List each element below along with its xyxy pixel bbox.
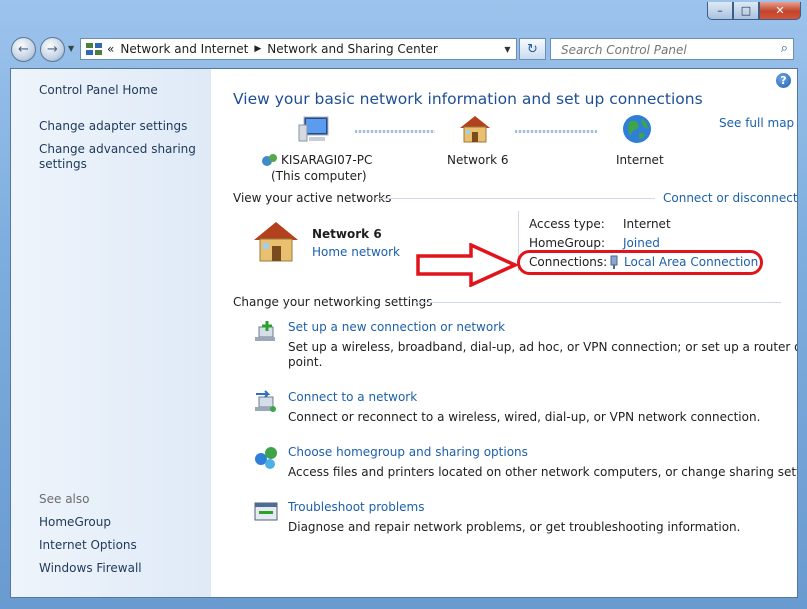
window-frame: – □ ✕ ← → ▼ « Network and Internet ▶ Net… — [0, 0, 807, 609]
access-type-label: Access type: — [529, 217, 605, 231]
troubleshoot-icon — [254, 502, 278, 521]
task-desc-setup-connection-2: point. — [288, 355, 323, 369]
map-connector — [355, 130, 435, 133]
task-title-troubleshoot[interactable]: Troubleshoot problems — [288, 500, 424, 514]
task-desc-troubleshoot: Diagnose and repair network problems, or… — [288, 520, 741, 534]
minimize-icon[interactable]: – — [707, 2, 733, 20]
change-settings-label: Change your networking settings — [233, 295, 433, 309]
task-title-connect-network[interactable]: Connect to a network — [288, 390, 417, 404]
sidebar-item-internet-options[interactable]: Internet Options — [39, 538, 137, 553]
new-connection-icon — [255, 321, 275, 341]
sidebar-item-control-panel-home[interactable]: Control Panel Home — [39, 83, 158, 98]
search-icon[interactable]: ⌕ — [781, 41, 788, 56]
divider — [415, 302, 781, 303]
home-network-link[interactable]: Home network — [312, 245, 400, 259]
divider — [375, 198, 655, 199]
page-title: View your basic network information and … — [233, 90, 703, 108]
forward-arrow-icon[interactable]: → — [40, 37, 65, 62]
highlight-oval — [517, 250, 763, 275]
homegroup-joined-link[interactable]: Joined — [623, 236, 660, 250]
control-panel-icon — [86, 43, 102, 55]
task-desc-setup-connection: Set up a wireless, broadband, dial-up, a… — [288, 340, 798, 354]
history-dropdown-icon[interactable]: ▼ — [68, 44, 74, 53]
network-adapter-icon — [262, 154, 277, 166]
see-also-label: See also — [39, 492, 90, 506]
content-area: Control Panel Home Change adapter settin… — [10, 68, 798, 598]
access-type-value: Internet — [623, 217, 671, 231]
breadcrumb-prefix: « — [107, 42, 115, 56]
active-network-name: Network 6 — [312, 227, 382, 241]
main-panel: ? View your basic network information an… — [211, 69, 798, 597]
breadcrumb-separator-icon[interactable]: ▶ — [254, 44, 261, 54]
see-full-map-link[interactable]: See full map — [719, 116, 794, 130]
computer-name: KISARAGI07-PC — [281, 153, 373, 167]
task-desc-connect-network: Connect or reconnect to a wireless, wire… — [288, 410, 761, 424]
search-input[interactable] — [559, 40, 773, 60]
computer-icon — [298, 116, 329, 142]
map-network-name: Network 6 — [447, 153, 509, 167]
address-dropdown-icon[interactable]: ▼ — [499, 39, 516, 59]
map-internet-label: Internet — [616, 153, 664, 167]
connect-network-icon — [255, 390, 276, 412]
internet-globe-icon — [623, 115, 651, 143]
refresh-icon: ↻ — [527, 41, 538, 57]
sidebar: Control Panel Home Change adapter settin… — [11, 69, 211, 597]
breadcrumb-network-and-internet[interactable]: Network and Internet — [120, 42, 248, 56]
sidebar-item-change-adapter-settings[interactable]: Change adapter settings — [39, 119, 187, 134]
home-network-icon — [460, 116, 490, 143]
home-network-icon — [254, 222, 298, 262]
homegroup-label: HomeGroup: — [529, 236, 606, 250]
maximize-icon[interactable]: □ — [733, 2, 759, 20]
task-title-homegroup[interactable]: Choose homegroup and sharing options — [288, 445, 528, 459]
search-box[interactable]: ⌕ — [550, 38, 794, 60]
task-desc-homegroup: Access files and printers located on oth… — [288, 465, 798, 479]
sidebar-item-change-advanced-sharing[interactable]: Change advanced sharing settings — [39, 142, 199, 172]
homegroup-icon — [255, 447, 277, 469]
task-title-setup-connection[interactable]: Set up a new connection or network — [288, 320, 505, 334]
caption-buttons: – □ ✕ — [707, 2, 801, 20]
computer-sub-label: (This computer) — [271, 169, 367, 183]
active-networks-label: View your active networks — [233, 191, 392, 205]
help-icon[interactable]: ? — [776, 73, 791, 88]
refresh-button[interactable]: ↻ — [519, 38, 546, 60]
sidebar-item-windows-firewall[interactable]: Windows Firewall — [39, 561, 142, 576]
close-icon[interactable]: ✕ — [759, 2, 801, 20]
connect-or-disconnect-link[interactable]: Connect or disconnect — [663, 191, 797, 205]
map-connector — [515, 130, 597, 133]
sidebar-item-homegroup[interactable]: HomeGroup — [39, 515, 111, 530]
red-arrow-annotation — [416, 243, 519, 287]
breadcrumb-network-sharing-center[interactable]: Network and Sharing Center — [267, 42, 438, 56]
address-bar[interactable]: « Network and Internet ▶ Network and Sha… — [80, 38, 517, 60]
back-arrow-icon[interactable]: ← — [11, 37, 36, 62]
